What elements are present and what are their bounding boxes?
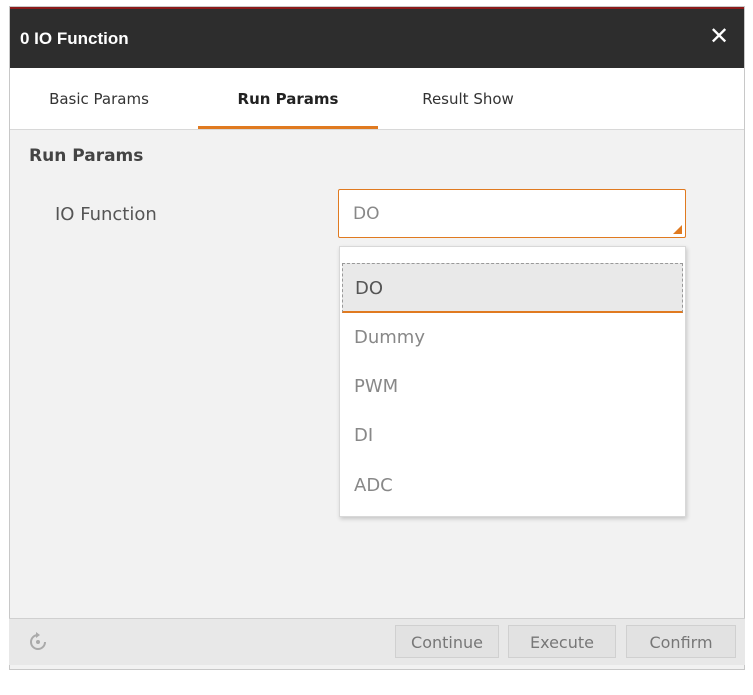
dropdown-option-adc[interactable]: ADC: [342, 461, 683, 511]
tab-basic-params[interactable]: Basic Params: [24, 68, 174, 129]
execute-button[interactable]: Execute: [508, 625, 616, 658]
refresh-icon[interactable]: [27, 631, 49, 653]
close-icon[interactable]: ✕: [706, 23, 732, 49]
dropdown-option-do[interactable]: DO: [342, 263, 683, 313]
dropdown-corner-icon: [673, 225, 682, 234]
io-function-value: DO: [353, 204, 380, 224]
io-function-dropdown: DO Dummy PWM DI ADC: [339, 246, 686, 517]
continue-button[interactable]: Continue: [395, 625, 499, 658]
dialog-title: 0 IO Function: [20, 29, 129, 48]
dialog-footer: Continue Execute Confirm: [9, 618, 745, 665]
tab-result-show[interactable]: Result Show: [393, 68, 543, 129]
dropdown-option-dummy[interactable]: Dummy: [342, 313, 683, 363]
titlebar: 0 IO Function ✕: [10, 9, 744, 68]
dropdown-option-pwm[interactable]: PWM: [342, 362, 683, 412]
io-function-label: IO Function: [55, 204, 157, 225]
io-function-select[interactable]: DO: [338, 189, 686, 238]
section-title: Run Params: [29, 146, 144, 166]
tab-bar: Basic Params Run Params Result Show: [10, 68, 744, 130]
tab-run-params[interactable]: Run Params: [198, 68, 378, 129]
dropdown-option-di[interactable]: DI: [342, 411, 683, 461]
confirm-button[interactable]: Confirm: [626, 625, 736, 658]
